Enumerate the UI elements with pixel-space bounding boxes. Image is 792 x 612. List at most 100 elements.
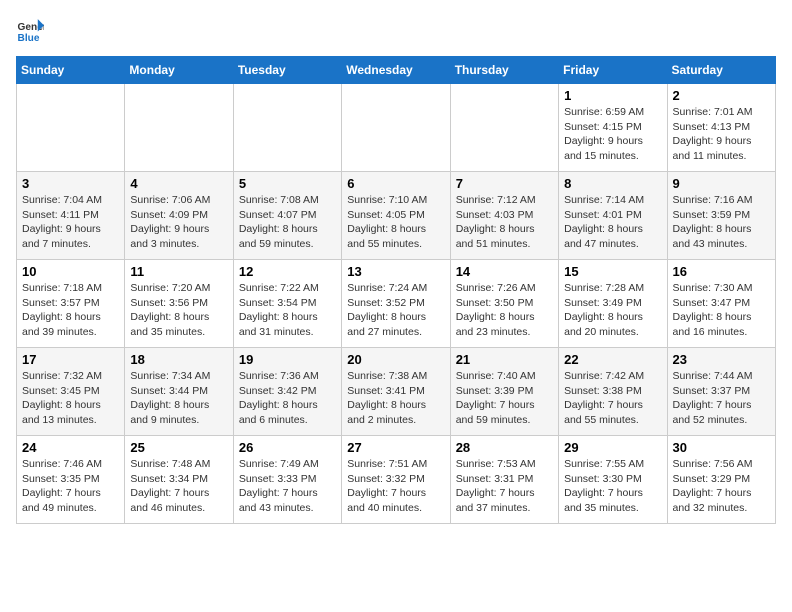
calendar-cell: 19 Sunrise: 7:36 AM Sunset: 3:42 PM Dayli… bbox=[233, 348, 341, 436]
day-number: 13 bbox=[347, 264, 444, 279]
weekday-header-saturday: Saturday bbox=[667, 57, 775, 84]
day-number: 28 bbox=[456, 440, 553, 455]
calendar-cell: 27 Sunrise: 7:51 AM Sunset: 3:32 PM Dayli… bbox=[342, 436, 450, 524]
calendar-cell bbox=[342, 84, 450, 172]
day-number: 22 bbox=[564, 352, 661, 367]
day-number: 19 bbox=[239, 352, 336, 367]
day-number: 5 bbox=[239, 176, 336, 191]
calendar-cell: 29 Sunrise: 7:55 AM Sunset: 3:30 PM Dayli… bbox=[559, 436, 667, 524]
calendar-cell: 5 Sunrise: 7:08 AM Sunset: 4:07 PM Daylig… bbox=[233, 172, 341, 260]
calendar-cell: 12 Sunrise: 7:22 AM Sunset: 3:54 PM Dayli… bbox=[233, 260, 341, 348]
day-info: Sunrise: 7:32 AM Sunset: 3:45 PM Dayligh… bbox=[22, 369, 119, 428]
calendar-cell: 13 Sunrise: 7:24 AM Sunset: 3:52 PM Dayli… bbox=[342, 260, 450, 348]
day-number: 14 bbox=[456, 264, 553, 279]
day-number: 4 bbox=[130, 176, 227, 191]
day-number: 12 bbox=[239, 264, 336, 279]
day-info: Sunrise: 7:18 AM Sunset: 3:57 PM Dayligh… bbox=[22, 281, 119, 340]
day-info: Sunrise: 7:26 AM Sunset: 3:50 PM Dayligh… bbox=[456, 281, 553, 340]
day-info: Sunrise: 6:59 AM Sunset: 4:15 PM Dayligh… bbox=[564, 105, 661, 164]
calendar-cell: 25 Sunrise: 7:48 AM Sunset: 3:34 PM Dayli… bbox=[125, 436, 233, 524]
day-number: 17 bbox=[22, 352, 119, 367]
calendar-cell: 7Sunrise: 7:12 AM Sunset: 4:03 PM Daylig… bbox=[450, 172, 558, 260]
day-number: 24 bbox=[22, 440, 119, 455]
day-number: 27 bbox=[347, 440, 444, 455]
calendar-cell bbox=[450, 84, 558, 172]
calendar-cell: 20 Sunrise: 7:38 AM Sunset: 3:41 PM Dayli… bbox=[342, 348, 450, 436]
day-info: Sunrise: 7:10 AM Sunset: 4:05 PM Dayligh… bbox=[347, 193, 444, 252]
day-info: Sunrise: 7:56 AM Sunset: 3:29 PM Dayligh… bbox=[673, 457, 770, 516]
day-number: 29 bbox=[564, 440, 661, 455]
calendar-cell: 8 Sunrise: 7:14 AM Sunset: 4:01 PM Daylig… bbox=[559, 172, 667, 260]
calendar-cell: 1 Sunrise: 6:59 AM Sunset: 4:15 PM Daylig… bbox=[559, 84, 667, 172]
calendar-cell: 23 Sunrise: 7:44 AM Sunset: 3:37 PM Dayli… bbox=[667, 348, 775, 436]
day-number: 26 bbox=[239, 440, 336, 455]
day-info: Sunrise: 7:28 AM Sunset: 3:49 PM Dayligh… bbox=[564, 281, 661, 340]
day-info: Sunrise: 7:06 AM Sunset: 4:09 PM Dayligh… bbox=[130, 193, 227, 252]
svg-text:Blue: Blue bbox=[18, 33, 40, 44]
day-info: Sunrise: 7:40 AM Sunset: 3:39 PM Dayligh… bbox=[456, 369, 553, 428]
calendar-cell: 14 Sunrise: 7:26 AM Sunset: 3:50 PM Dayli… bbox=[450, 260, 558, 348]
calendar-cell bbox=[17, 84, 125, 172]
calendar-cell: 30 Sunrise: 7:56 AM Sunset: 3:29 PM Dayli… bbox=[667, 436, 775, 524]
logo: General Blue bbox=[16, 16, 48, 44]
day-number: 20 bbox=[347, 352, 444, 367]
day-info: Sunrise: 7:42 AM Sunset: 3:38 PM Dayligh… bbox=[564, 369, 661, 428]
day-number: 8 bbox=[564, 176, 661, 191]
calendar-cell: 3Sunrise: 7:04 AM Sunset: 4:11 PM Daylig… bbox=[17, 172, 125, 260]
day-info: Sunrise: 7:48 AM Sunset: 3:34 PM Dayligh… bbox=[130, 457, 227, 516]
day-info: Sunrise: 7:49 AM Sunset: 3:33 PM Dayligh… bbox=[239, 457, 336, 516]
calendar-cell: 4 Sunrise: 7:06 AM Sunset: 4:09 PM Daylig… bbox=[125, 172, 233, 260]
day-info: Sunrise: 7:01 AM Sunset: 4:13 PM Dayligh… bbox=[673, 105, 770, 164]
day-info: Sunrise: 7:14 AM Sunset: 4:01 PM Dayligh… bbox=[564, 193, 661, 252]
weekday-header-wednesday: Wednesday bbox=[342, 57, 450, 84]
day-info: Sunrise: 7:51 AM Sunset: 3:32 PM Dayligh… bbox=[347, 457, 444, 516]
day-number: 11 bbox=[130, 264, 227, 279]
page-header: General Blue bbox=[16, 16, 776, 44]
calendar-cell bbox=[233, 84, 341, 172]
calendar-cell: 2Sunrise: 7:01 AM Sunset: 4:13 PM Daylig… bbox=[667, 84, 775, 172]
weekday-header-sunday: Sunday bbox=[17, 57, 125, 84]
day-info: Sunrise: 7:36 AM Sunset: 3:42 PM Dayligh… bbox=[239, 369, 336, 428]
day-info: Sunrise: 7:38 AM Sunset: 3:41 PM Dayligh… bbox=[347, 369, 444, 428]
day-number: 1 bbox=[564, 88, 661, 103]
day-number: 15 bbox=[564, 264, 661, 279]
day-info: Sunrise: 7:46 AM Sunset: 3:35 PM Dayligh… bbox=[22, 457, 119, 516]
day-info: Sunrise: 7:20 AM Sunset: 3:56 PM Dayligh… bbox=[130, 281, 227, 340]
day-info: Sunrise: 7:44 AM Sunset: 3:37 PM Dayligh… bbox=[673, 369, 770, 428]
day-info: Sunrise: 7:34 AM Sunset: 3:44 PM Dayligh… bbox=[130, 369, 227, 428]
day-info: Sunrise: 7:55 AM Sunset: 3:30 PM Dayligh… bbox=[564, 457, 661, 516]
calendar-cell: 26 Sunrise: 7:49 AM Sunset: 3:33 PM Dayli… bbox=[233, 436, 341, 524]
calendar-cell: 17 Sunrise: 7:32 AM Sunset: 3:45 PM Dayli… bbox=[17, 348, 125, 436]
day-info: Sunrise: 7:24 AM Sunset: 3:52 PM Dayligh… bbox=[347, 281, 444, 340]
day-info: Sunrise: 7:08 AM Sunset: 4:07 PM Dayligh… bbox=[239, 193, 336, 252]
calendar-cell: 15 Sunrise: 7:28 AM Sunset: 3:49 PM Dayli… bbox=[559, 260, 667, 348]
day-info: Sunrise: 7:30 AM Sunset: 3:47 PM Dayligh… bbox=[673, 281, 770, 340]
weekday-header-thursday: Thursday bbox=[450, 57, 558, 84]
day-info: Sunrise: 7:12 AM Sunset: 4:03 PM Dayligh… bbox=[456, 193, 553, 252]
day-number: 18 bbox=[130, 352, 227, 367]
weekday-header-monday: Monday bbox=[125, 57, 233, 84]
day-number: 21 bbox=[456, 352, 553, 367]
day-number: 6 bbox=[347, 176, 444, 191]
day-number: 30 bbox=[673, 440, 770, 455]
calendar-cell: 11 Sunrise: 7:20 AM Sunset: 3:56 PM Dayli… bbox=[125, 260, 233, 348]
day-info: Sunrise: 7:16 AM Sunset: 3:59 PM Dayligh… bbox=[673, 193, 770, 252]
day-info: Sunrise: 7:22 AM Sunset: 3:54 PM Dayligh… bbox=[239, 281, 336, 340]
calendar-cell: 22 Sunrise: 7:42 AM Sunset: 3:38 PM Dayli… bbox=[559, 348, 667, 436]
weekday-header-tuesday: Tuesday bbox=[233, 57, 341, 84]
day-info: Sunrise: 7:53 AM Sunset: 3:31 PM Dayligh… bbox=[456, 457, 553, 516]
calendar-cell: 9 Sunrise: 7:16 AM Sunset: 3:59 PM Daylig… bbox=[667, 172, 775, 260]
day-number: 9 bbox=[673, 176, 770, 191]
calendar-cell: 10 Sunrise: 7:18 AM Sunset: 3:57 PM Dayli… bbox=[17, 260, 125, 348]
calendar-cell: 21 Sunrise: 7:40 AM Sunset: 3:39 PM Dayli… bbox=[450, 348, 558, 436]
day-number: 25 bbox=[130, 440, 227, 455]
calendar-cell: 16 Sunrise: 7:30 AM Sunset: 3:47 PM Dayli… bbox=[667, 260, 775, 348]
day-number: 23 bbox=[673, 352, 770, 367]
calendar-cell: 6 Sunrise: 7:10 AM Sunset: 4:05 PM Daylig… bbox=[342, 172, 450, 260]
calendar-cell: 18 Sunrise: 7:34 AM Sunset: 3:44 PM Dayli… bbox=[125, 348, 233, 436]
calendar-table: SundayMondayTuesdayWednesdayThursdayFrid… bbox=[16, 56, 776, 524]
calendar-cell: 24 Sunrise: 7:46 AM Sunset: 3:35 PM Dayli… bbox=[17, 436, 125, 524]
day-number: 16 bbox=[673, 264, 770, 279]
day-number: 10 bbox=[22, 264, 119, 279]
calendar-cell bbox=[125, 84, 233, 172]
